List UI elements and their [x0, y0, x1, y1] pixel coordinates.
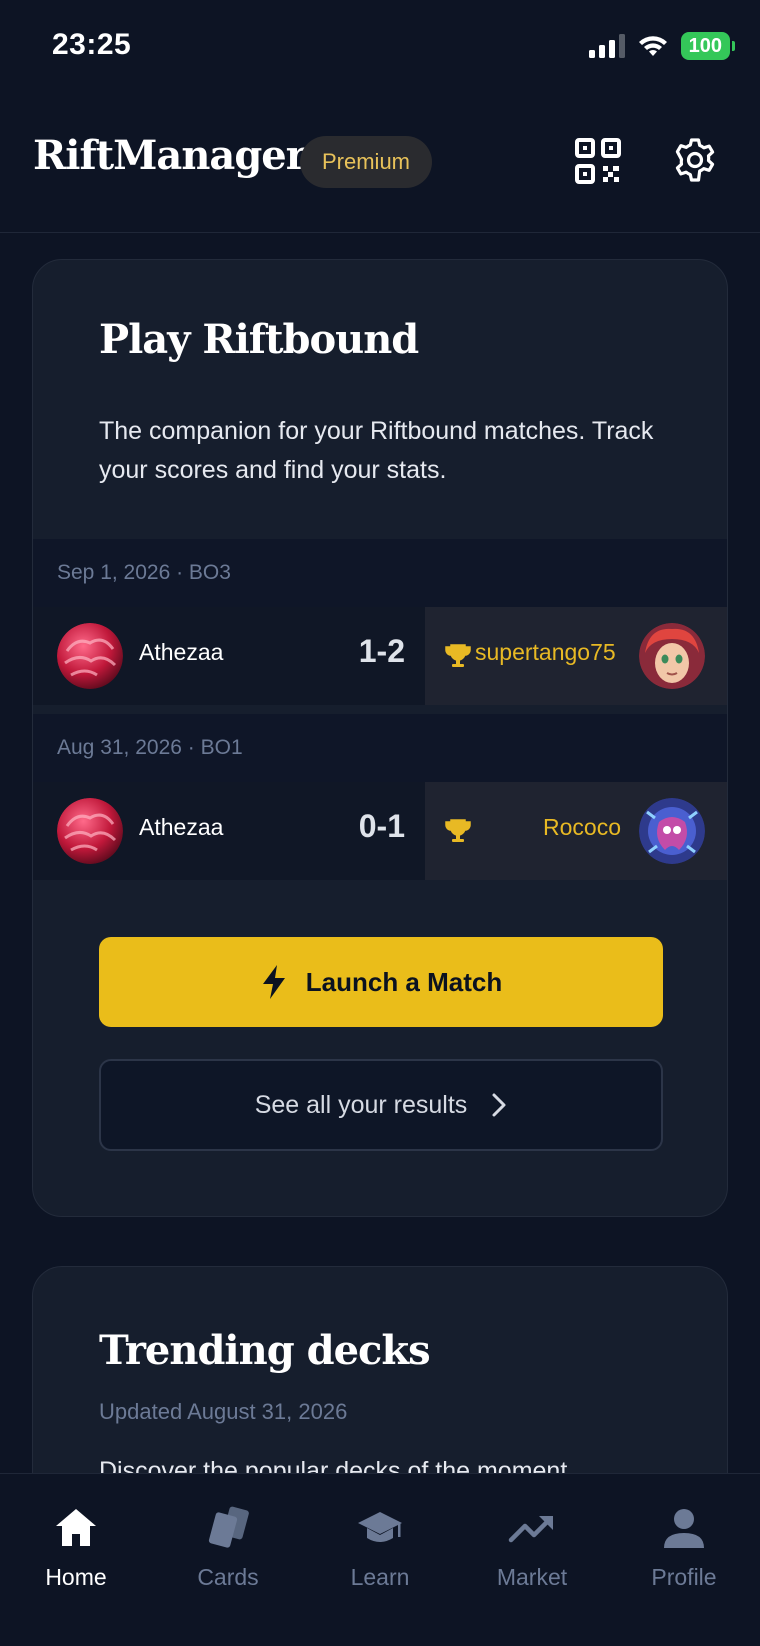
tab-home-label: Home	[45, 1564, 107, 1590]
bottom-tab-bar: Home Cards Learn Market Profile	[0, 1473, 760, 1646]
qr-code-icon[interactable]	[575, 138, 621, 184]
opponent-name: supertango75	[475, 639, 616, 665]
match-score: 1-2	[358, 633, 405, 669]
tab-cards-label: Cards	[197, 1564, 259, 1590]
trending-up-icon	[508, 1516, 553, 1543]
match-date: Sep 1, 2026 · BO3	[33, 539, 727, 607]
see-all-results-button[interactable]: See all your results	[99, 1059, 663, 1151]
status-icons: 100	[588, 32, 736, 60]
match-date: Aug 31, 2026 · BO1	[33, 714, 727, 782]
app-title: RiftManager	[33, 132, 307, 179]
app-bar: RiftManager Premium	[0, 96, 760, 233]
launch-match-button[interactable]: Launch a Match	[99, 937, 663, 1027]
tab-market[interactable]: Market	[456, 1474, 608, 1646]
player-name: Athezaa	[139, 639, 224, 665]
wifi-icon	[638, 36, 667, 56]
signal-icon	[588, 34, 625, 58]
battery-indicator: 100	[680, 32, 736, 60]
play-riftbound-card: Play Riftbound The companion for your Ri…	[32, 259, 728, 1217]
home-icon	[56, 1509, 96, 1546]
trophy-icon	[445, 644, 471, 667]
chevron-right-icon	[492, 1093, 506, 1117]
trending-card-title: Trending decks	[99, 1327, 431, 1374]
match-row[interactable]: Athezaa 0-1 Rococo	[33, 782, 727, 880]
tab-profile-label: Profile	[651, 1564, 717, 1590]
tab-home[interactable]: Home	[0, 1474, 152, 1646]
graduation-cap-icon	[358, 1512, 402, 1542]
play-card-title: Play Riftbound	[99, 316, 419, 363]
tab-learn-label: Learn	[350, 1564, 410, 1590]
match-opponent-side: supertango75	[425, 607, 727, 705]
player-avatar	[57, 623, 123, 689]
match-player-side: Athezaa 1-2	[33, 607, 425, 705]
settings-gear-icon[interactable]	[671, 136, 719, 184]
match-score: 0-1	[358, 808, 405, 844]
status-bar: 23:25 100	[0, 0, 760, 96]
match-opponent-side: Rococo	[425, 782, 727, 880]
trophy-icon	[445, 819, 471, 842]
player-avatar	[57, 798, 123, 864]
tab-cards[interactable]: Cards	[152, 1474, 304, 1646]
play-card-description: The companion for your Riftbound matches…	[99, 417, 654, 484]
premium-badge[interactable]: Premium	[300, 136, 433, 188]
trending-updated-date: Updated August 31, 2026	[99, 1399, 348, 1424]
tab-learn[interactable]: Learn	[304, 1474, 456, 1646]
see-all-results-label: See all your results	[254, 1090, 468, 1119]
player-name: Athezaa	[139, 814, 224, 840]
tab-market-label: Market	[496, 1564, 568, 1590]
opponent-avatar	[639, 798, 705, 864]
match-row[interactable]: Athezaa 1-2 supertango75	[33, 607, 727, 705]
cards-icon	[208, 1506, 249, 1548]
status-time: 23:25	[52, 28, 132, 61]
launch-match-label: Launch a Match	[305, 966, 503, 997]
tab-profile[interactable]: Profile	[608, 1474, 760, 1646]
match-player-side: Athezaa 0-1	[33, 782, 425, 880]
opponent-name: Rococo	[543, 814, 621, 840]
person-icon	[664, 1509, 704, 1548]
opponent-avatar	[639, 623, 705, 689]
lightning-icon	[262, 965, 285, 999]
